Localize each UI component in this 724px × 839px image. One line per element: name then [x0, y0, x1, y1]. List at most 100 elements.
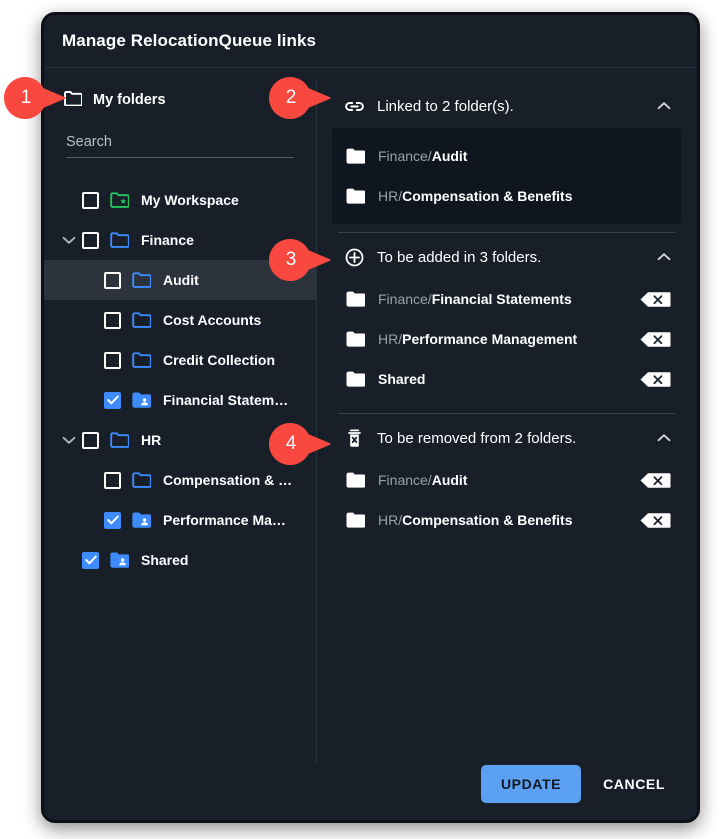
my-folders-header[interactable]: My folders	[44, 86, 316, 114]
section-header-linked[interactable]: Linked to 2 folder(s).	[332, 84, 681, 128]
checkbox-checked[interactable]	[82, 551, 99, 569]
tree-item-label: Shared	[141, 552, 189, 568]
folder-icon	[346, 291, 365, 307]
dialog-body: My folders My Workspace Finance Audit Cost …	[44, 68, 697, 764]
chevron-up-icon[interactable]	[653, 427, 675, 449]
link-icon	[344, 96, 365, 117]
dialog-footer: UPDATE CANCEL	[44, 748, 697, 820]
section-title: Linked to 2 folder(s).	[377, 97, 514, 115]
folder-icon	[64, 90, 83, 110]
tree-item-label: Performance Ma…	[163, 512, 286, 528]
manage-links-dialog: Manage RelocationQueue links My folders	[41, 12, 700, 823]
chevron-up-icon[interactable]	[653, 95, 675, 117]
folder-path-leaf: Compensation & Benefits	[402, 188, 573, 204]
folder-icon	[346, 512, 365, 528]
search-container	[44, 114, 316, 158]
tree-row[interactable]: Finance	[44, 220, 316, 260]
tree-row[interactable]: Audit	[44, 260, 316, 300]
section-divider	[338, 413, 675, 414]
folder-icon	[132, 272, 151, 288]
folder-path-leaf: Compensation & Benefits	[402, 512, 573, 528]
folder-link-row: Finance/Financial Statements	[332, 279, 681, 319]
tree-row[interactable]: Performance Ma…	[44, 500, 316, 540]
remove-link-button[interactable]	[640, 370, 671, 389]
folder-path-prefix: HR/	[378, 188, 403, 204]
folder-link-row: HR/Compensation & Benefits	[332, 176, 681, 216]
section-items-linked: Finance/Audit HR/Compensation & Benefits	[332, 128, 681, 224]
section-items-to-remove: Finance/Audit HR/Compensation & Benefits	[332, 460, 681, 546]
search-input[interactable]	[66, 132, 294, 158]
chevron-down-icon[interactable]	[61, 432, 77, 448]
tree-item-label: Compensation & …	[163, 472, 293, 488]
checkbox-unchecked[interactable]	[104, 351, 121, 369]
tree-row-content: My Workspace	[44, 191, 316, 209]
folder-icon	[346, 188, 365, 204]
section-items-to-add: Finance/Financial Statements HR/Performan…	[332, 279, 681, 405]
folder-link-row: Shared	[332, 359, 681, 399]
folder-shared-icon	[132, 392, 151, 408]
tree-item-label: HR	[141, 432, 162, 448]
tree-row-content: Shared	[44, 551, 316, 569]
folder-icon	[346, 148, 365, 164]
checkbox-unchecked[interactable]	[82, 191, 99, 209]
checkbox-unchecked[interactable]	[82, 431, 99, 449]
folder-path-prefix: Finance/	[378, 148, 432, 164]
folder-path: HR/Compensation & Benefits	[378, 512, 627, 528]
tree-row-content: Finance	[44, 231, 316, 249]
folder-path: Finance/Audit	[378, 148, 671, 164]
tree-item-label: My Workspace	[141, 192, 239, 208]
folder-path-prefix: Finance/	[378, 472, 432, 488]
remove-link-button[interactable]	[640, 471, 671, 490]
section-header-to-add[interactable]: To be added in 3 folders.	[332, 235, 681, 279]
tree-row[interactable]: My Workspace	[44, 180, 316, 220]
folder-link-row: Finance/Audit	[332, 460, 681, 500]
folder-icon	[132, 312, 151, 328]
tree-row[interactable]: HR	[44, 420, 316, 460]
folder-path: HR/Compensation & Benefits	[378, 188, 671, 204]
folder-path-leaf: Financial Statements	[431, 291, 572, 307]
folder-icon	[132, 472, 151, 488]
remove-link-button[interactable]	[640, 511, 671, 530]
folder-path: Shared	[378, 371, 627, 387]
folder-icon	[110, 232, 129, 248]
folder-path-leaf: Audit	[431, 148, 468, 164]
tree-row-content: Financial Statem…	[44, 391, 316, 409]
section-divider	[338, 232, 675, 233]
checkbox-unchecked[interactable]	[104, 471, 121, 489]
update-button[interactable]: UPDATE	[480, 765, 582, 803]
folder-path-prefix: HR/	[378, 512, 403, 528]
checkbox-unchecked[interactable]	[82, 231, 99, 249]
folder-path-leaf: Audit	[431, 472, 468, 488]
tree-row-content: Credit Collection	[44, 351, 316, 369]
checkbox-unchecked[interactable]	[104, 271, 121, 289]
chevron-down-icon[interactable]	[61, 232, 77, 248]
tree-row-content: Audit	[44, 271, 316, 289]
folder-link-row: Finance/Audit	[332, 136, 681, 176]
remove-link-button[interactable]	[640, 330, 671, 349]
folder-icon	[110, 432, 129, 448]
links-panel: Linked to 2 folder(s). Finance/Audit HR/Co…	[316, 68, 697, 748]
chevron-up-icon[interactable]	[653, 246, 675, 268]
screenshot-root: Manage RelocationQueue links My folders	[0, 0, 724, 839]
dialog-title: Manage RelocationQueue links	[62, 31, 317, 50]
folder-star-icon	[110, 192, 129, 208]
folder-path: Finance/Financial Statements	[378, 291, 627, 307]
remove-link-button[interactable]	[640, 290, 671, 309]
checkbox-checked[interactable]	[104, 511, 121, 529]
tree-row-content: Compensation & …	[44, 471, 316, 489]
folder-shared-icon	[132, 512, 151, 528]
cancel-button[interactable]: CANCEL	[589, 765, 679, 803]
plus-circle-icon	[344, 247, 365, 268]
section-header-to-remove[interactable]: To be removed from 2 folders.	[332, 416, 681, 460]
tree-row[interactable]: Compensation & …	[44, 460, 316, 500]
folder-path-prefix: Finance/	[378, 291, 432, 307]
section-title: To be removed from 2 folders.	[377, 429, 577, 447]
tree-item-label: Credit Collection	[163, 352, 276, 368]
checkbox-unchecked[interactable]	[104, 311, 121, 329]
tree-row[interactable]: Shared	[44, 540, 316, 580]
tree-row[interactable]: Cost Accounts	[44, 300, 316, 340]
folder-icon	[346, 331, 365, 347]
checkbox-checked[interactable]	[104, 391, 121, 409]
tree-row[interactable]: Credit Collection	[44, 340, 316, 380]
tree-row[interactable]: Financial Statem…	[44, 380, 316, 420]
